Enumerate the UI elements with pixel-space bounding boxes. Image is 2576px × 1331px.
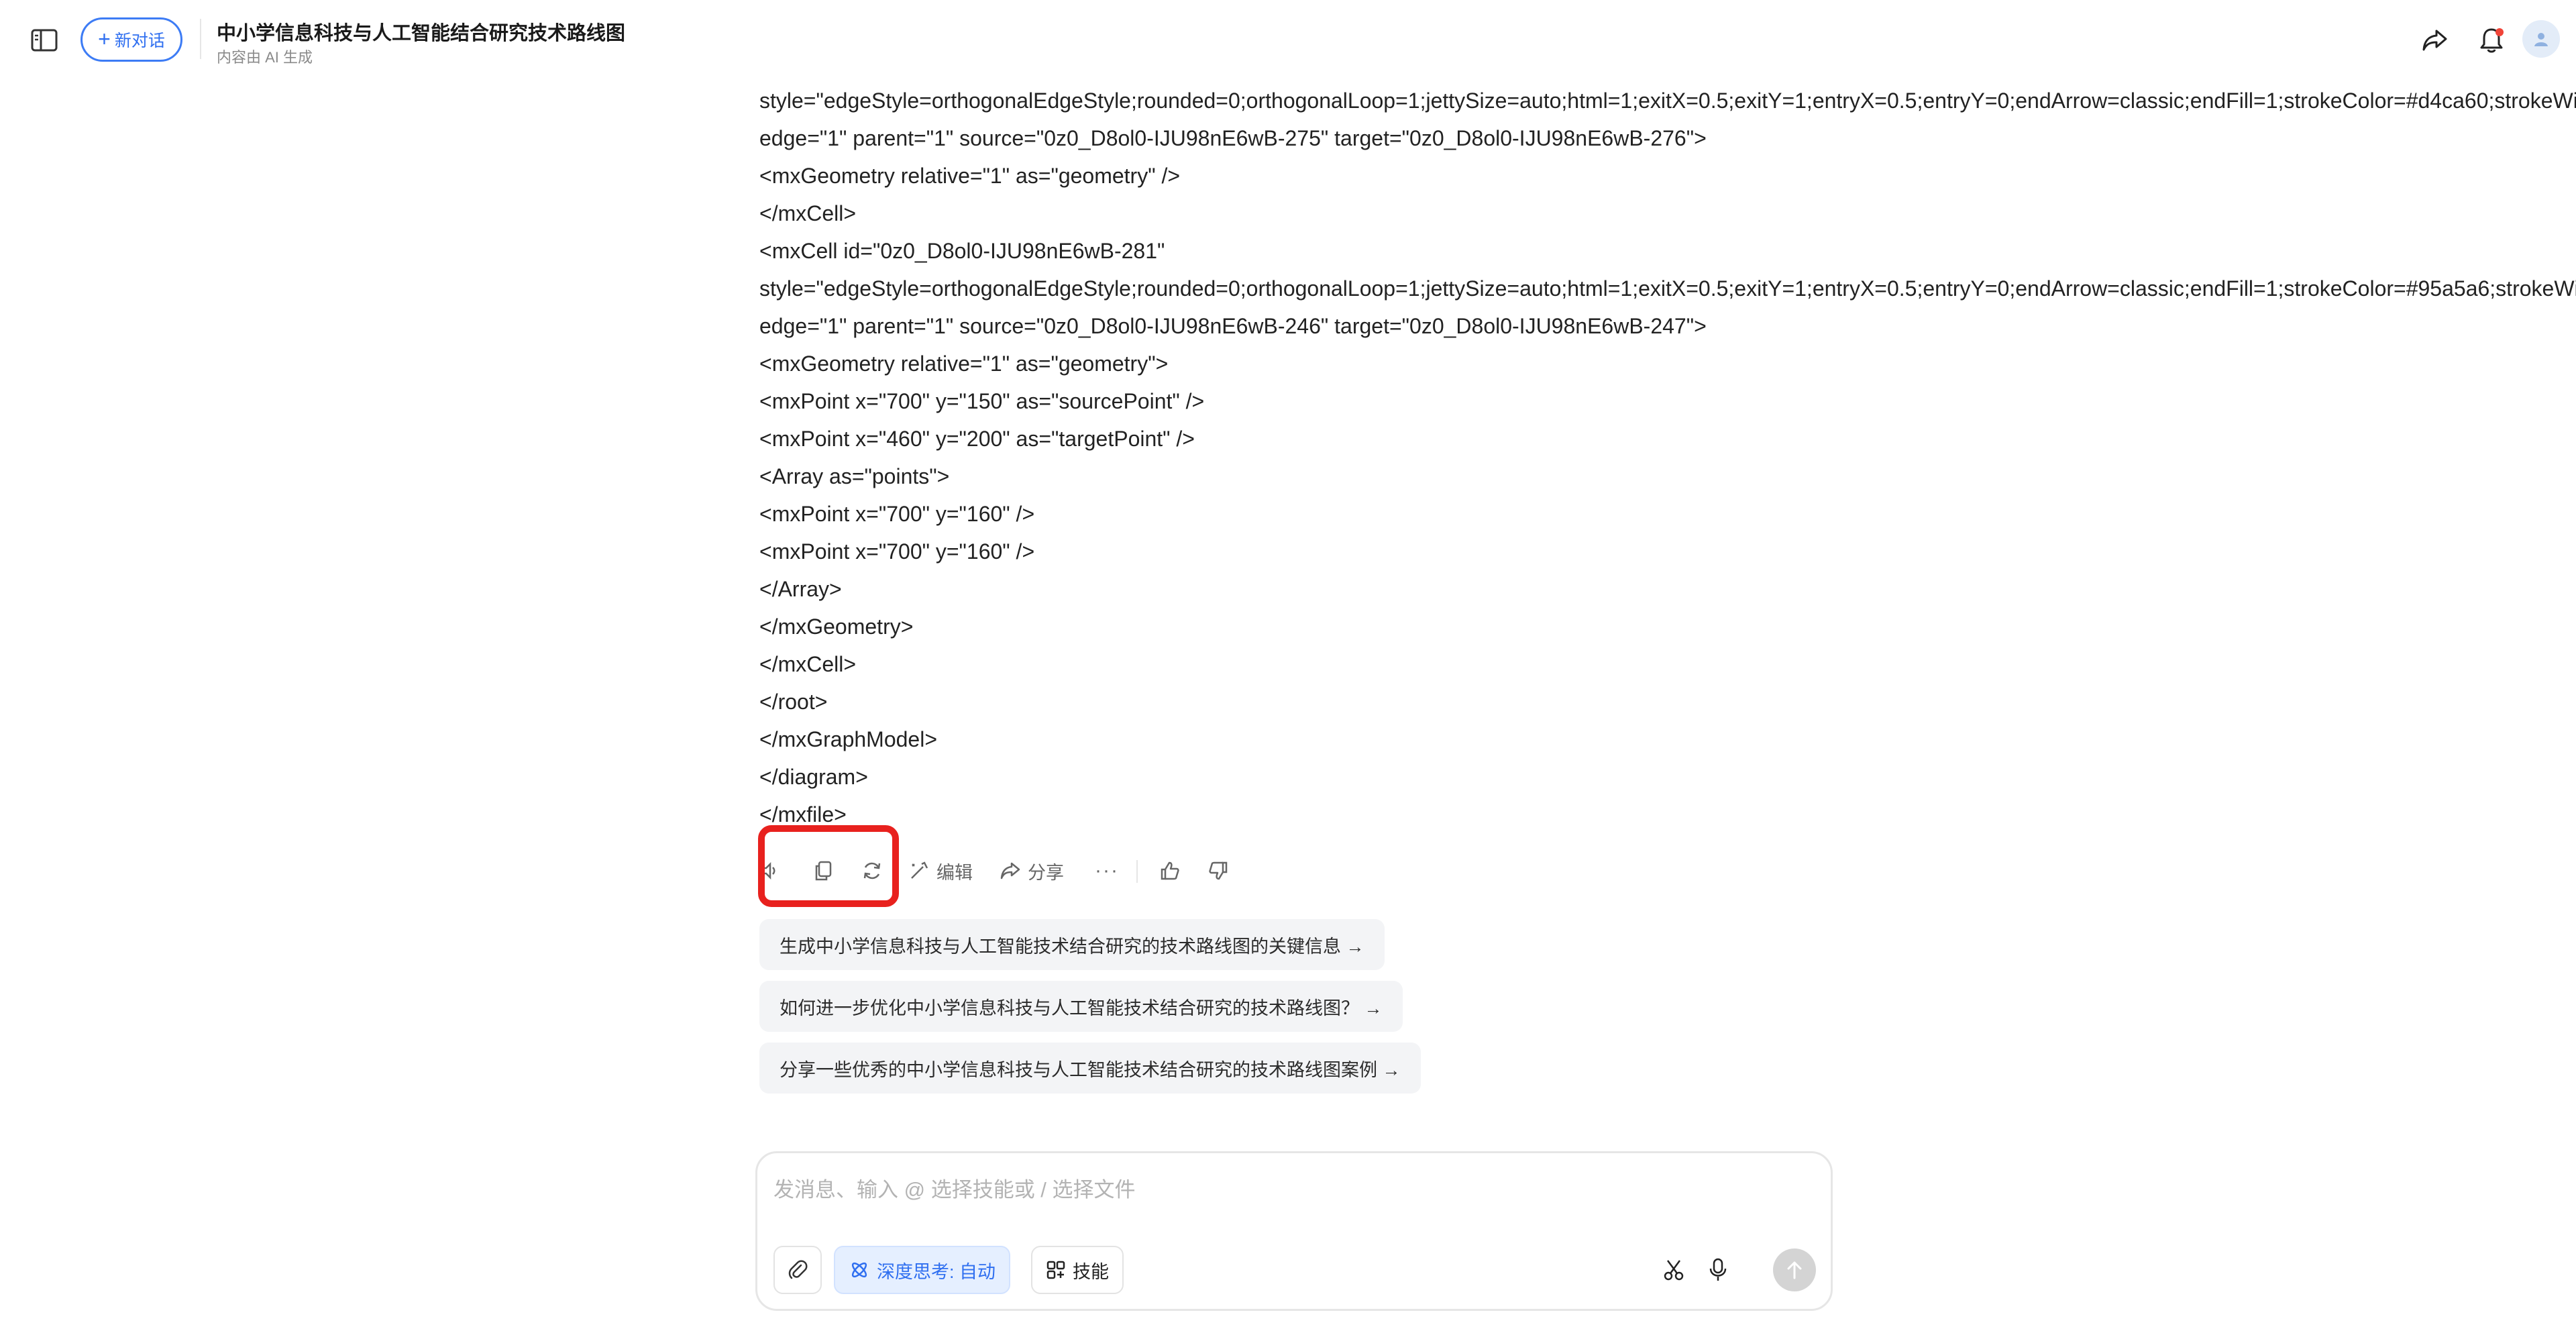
- code-line: <mxPoint x="700" y="160" />: [759, 502, 1035, 526]
- paperclip-icon: [788, 1260, 808, 1279]
- thumbs-up-icon[interactable]: [1159, 851, 1181, 891]
- new-chat-button[interactable]: + 新对话: [80, 17, 182, 62]
- skills-button[interactable]: 技能: [1031, 1246, 1124, 1294]
- speaker-icon[interactable]: [759, 851, 780, 891]
- send-button[interactable]: [1773, 1248, 1816, 1291]
- code-line: <Array as="points">: [759, 464, 950, 488]
- code-line: <mxPoint x="700" y="160" />: [759, 539, 1035, 564]
- thumbs-down-icon[interactable]: [1208, 851, 1229, 891]
- code-line: </mxfile>: [759, 802, 847, 827]
- sidebar-toggle-icon[interactable]: [30, 25, 59, 55]
- message-input[interactable]: [773, 1167, 1807, 1214]
- code-line: </diagram>: [759, 765, 868, 789]
- code-line: style="edgeStyle=orthogonalEdgeStyle;rou…: [759, 276, 2576, 301]
- code-line: style="edgeStyle=orthogonalEdgeStyle;rou…: [759, 89, 2576, 113]
- code-line: </mxGraphModel>: [759, 727, 938, 751]
- code-line: edge="1" parent="1" source="0z0_D8ol0-IJ…: [759, 314, 1707, 338]
- code-line: <mxGeometry relative="1" as="geometry">: [759, 352, 1169, 376]
- atom-icon: [851, 1262, 867, 1278]
- skills-label: 技能: [1073, 1261, 1109, 1282]
- code-line: <mxGeometry relative="1" as="geometry" /…: [759, 164, 1181, 188]
- send-arrow-icon: [1787, 1261, 1802, 1279]
- code-line: <mxPoint x="460" y="200" as="targetPoint…: [759, 427, 1195, 451]
- copy-icon[interactable]: [813, 851, 833, 891]
- deep-think-toggle[interactable]: 深度思考: 自动: [834, 1246, 1011, 1294]
- deep-think-label: 深度思考: 自动: [877, 1261, 996, 1282]
- code-line: edge="1" parent="1" source="0z0_D8ol0-IJ…: [759, 126, 1707, 150]
- edit-button[interactable]: 编辑: [908, 851, 973, 891]
- more-dots-icon[interactable]: ···: [1095, 851, 1119, 891]
- share-arrow-icon[interactable]: [2419, 24, 2451, 56]
- share-button[interactable]: 分享: [1000, 851, 1064, 891]
- plus-icon: +: [98, 26, 111, 51]
- suggestion-item[interactable]: 分享一些优秀的中小学信息科技与人工智能技术结合研究的技术路线图案例 →: [759, 1043, 1421, 1094]
- actions-divider: [1136, 860, 1138, 883]
- code-line: </Array>: [759, 577, 842, 601]
- edit-label: 编辑: [936, 862, 973, 883]
- chat-page: + 新对话 中小学信息科技与人工智能结合研究技术路线图 内容由 AI 生成 st…: [0, 0, 2576, 1331]
- message-actions: 编辑 分享 ···: [759, 851, 1296, 891]
- header-divider: [200, 19, 201, 59]
- message-code-content: style="edgeStyle=orthogonalEdgeStyle;rou…: [759, 82, 2576, 833]
- share-label: 分享: [1028, 862, 1064, 883]
- bell-icon[interactable]: [2475, 24, 2508, 56]
- microphone-icon[interactable]: [1702, 1254, 1734, 1286]
- code-line: </mxCell>: [759, 652, 857, 676]
- code-line: <mxCell id="0z0_D8ol0-IJU98nE6wB-281": [759, 239, 1165, 263]
- avatar[interactable]: [2522, 20, 2560, 58]
- more-label: ···: [1095, 859, 1119, 882]
- share-arrow-icon: [1000, 862, 1020, 880]
- message-composer: 深度思考: 自动 技能: [755, 1151, 1833, 1311]
- code-line: </mxGeometry>: [759, 615, 914, 639]
- conversation-subtitle: 内容由 AI 生成: [217, 49, 313, 66]
- scissors-icon[interactable]: [1658, 1254, 1690, 1286]
- notification-dot: [2496, 28, 2504, 36]
- new-chat-label: 新对话: [114, 32, 165, 50]
- top-bar: + 新对话 中小学信息科技与人工智能结合研究技术路线图 内容由 AI 生成: [0, 0, 2576, 74]
- magic-wand-icon: [911, 861, 928, 879]
- refresh-icon[interactable]: [861, 851, 883, 891]
- suggestion-item[interactable]: 如何进一步优化中小学信息科技与人工智能技术结合研究的技术路线图？ →: [759, 981, 1403, 1032]
- conversation-title: 中小学信息科技与人工智能结合研究技术路线图: [217, 23, 626, 44]
- code-line: <mxPoint x="700" y="150" as="sourcePoint…: [759, 389, 1205, 413]
- user-icon: [2534, 33, 2548, 46]
- code-line: </root>: [759, 690, 828, 714]
- attach-button[interactable]: [773, 1246, 822, 1294]
- suggestion-item[interactable]: 生成中小学信息科技与人工智能技术结合研究的技术路线图的关键信息 →: [759, 919, 1385, 970]
- code-line: </mxCell>: [759, 201, 857, 225]
- skills-grid-icon: [1046, 1261, 1065, 1279]
